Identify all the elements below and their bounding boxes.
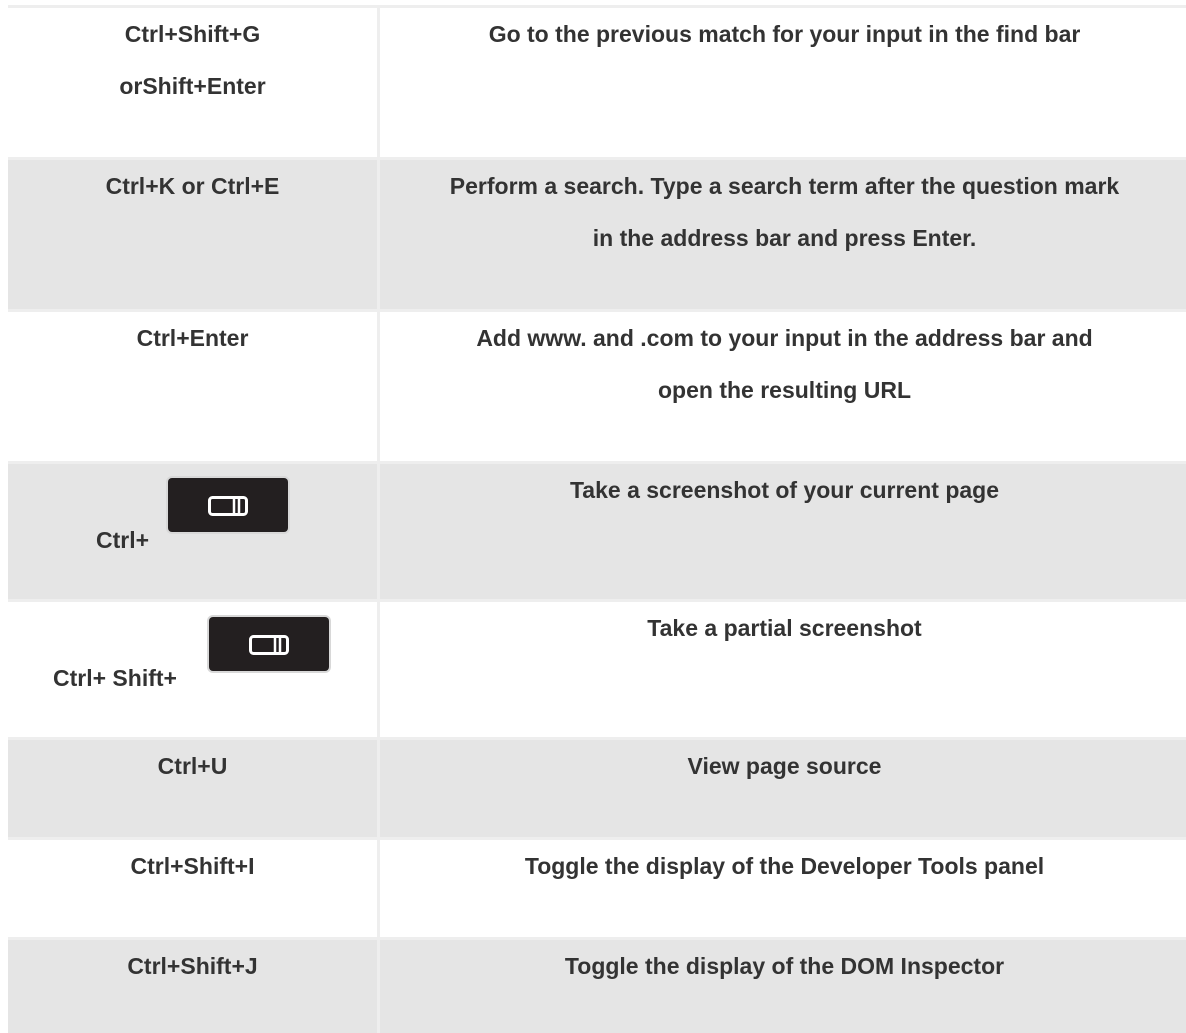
table-row: Ctrl+ Shift+ Take a partial screenshot: [8, 599, 1186, 738]
shortcut-keys: Ctrl+Shift+G orShift+Enter: [8, 8, 380, 158]
shortcut-keys: Ctrl+Shift+J: [8, 940, 380, 1033]
table-row: Ctrl+Shift+J Toggle the display of the D…: [8, 937, 1186, 1033]
shortcut-description-line: in the address bar and press Enter.: [592, 225, 977, 251]
shortcut-keys: Ctrl+: [8, 464, 380, 600]
shortcut-keys: Ctrl+K or Ctrl+E: [8, 160, 380, 310]
shortcut-description: View page source: [383, 740, 1186, 838]
shortcut-keys-prefix: Ctrl+ Shift+: [53, 665, 177, 691]
table-row: Ctrl+Enter Add www. and .com to your inp…: [8, 309, 1186, 462]
screenshot-key-icon: [209, 617, 329, 671]
shortcut-keys: Ctrl+Shift+I: [8, 840, 380, 938]
shortcut-keys-line: Ctrl+Shift+J: [127, 953, 258, 979]
shortcut-keys: Ctrl+Enter: [8, 312, 380, 462]
shortcut-keys-line: orShift+Enter: [119, 73, 266, 99]
shortcut-description: Perform a search. Type a search term aft…: [383, 160, 1186, 310]
shortcut-keys: Ctrl+ Shift+: [8, 602, 380, 738]
shortcut-keys-prefix: Ctrl+: [96, 527, 150, 553]
table-row: Ctrl+U View page source: [8, 737, 1186, 838]
shortcut-table: Ctrl+Shift+G orShift+Enter Go to the pre…: [0, 0, 1186, 1033]
table-row: Ctrl+Shift+G orShift+Enter Go to the pre…: [8, 5, 1186, 158]
shortcut-description: Toggle the display of the DOM Inspector: [383, 940, 1186, 1033]
screenshot-key-icon: [168, 478, 288, 532]
shortcut-description-line: Toggle the display of the Developer Tool…: [524, 853, 1045, 879]
shortcut-description-line: Take a partial screenshot: [647, 615, 922, 641]
shortcut-keys-line: Ctrl+U: [157, 753, 228, 779]
shortcut-description: Take a partial screenshot: [383, 602, 1186, 738]
shortcut-keys-line: Ctrl+Shift+G: [124, 21, 261, 47]
shortcut-description-line: Perform a search. Type a search term aft…: [449, 173, 1120, 199]
shortcut-description-line: Toggle the display of the DOM Inspector: [564, 953, 1005, 979]
table-row: Ctrl+ Take a screenshot of your current …: [8, 461, 1186, 600]
table-row: Ctrl+Shift+I Toggle the display of the D…: [8, 837, 1186, 938]
shortcut-description-line: Go to the previous match for your input …: [488, 21, 1081, 47]
shortcut-description-line: Take a screenshot of your current page: [569, 477, 1000, 503]
shortcut-keys-line: Ctrl+Shift+I: [130, 853, 255, 879]
shortcut-description: Take a screenshot of your current page: [383, 464, 1186, 600]
shortcut-description-line: View page source: [687, 753, 882, 779]
shortcut-keys-line: Ctrl+K or Ctrl+E: [105, 173, 280, 199]
shortcut-description-line: Add www. and .com to your input in the a…: [476, 325, 1093, 351]
shortcut-description-line: open the resulting URL: [658, 377, 911, 403]
table-row: Ctrl+K or Ctrl+E Perform a search. Type …: [8, 157, 1186, 310]
shortcut-keys-line: Ctrl+Enter: [136, 325, 249, 351]
shortcut-description: Add www. and .com to your input in the a…: [383, 312, 1186, 462]
shortcut-keys: Ctrl+U: [8, 740, 380, 838]
shortcut-description: Go to the previous match for your input …: [383, 8, 1186, 158]
shortcut-description: Toggle the display of the Developer Tool…: [383, 840, 1186, 938]
